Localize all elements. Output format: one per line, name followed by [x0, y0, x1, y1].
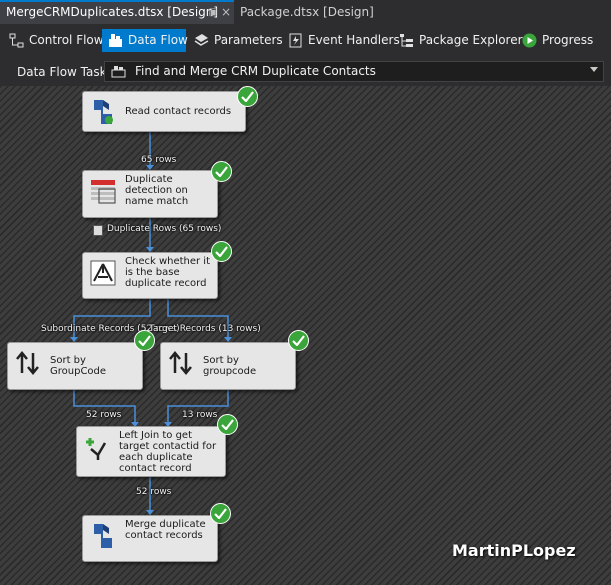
success-check-icon — [211, 161, 232, 182]
source-icon — [94, 100, 113, 124]
data-flow-task-value: Find and Merge CRM Duplicate Contacts — [135, 64, 376, 78]
success-check-icon — [211, 241, 232, 262]
component-sort-groupcode-2[interactable]: Sort by groupcode — [160, 342, 296, 390]
package-explorer-icon — [400, 34, 413, 47]
data-flow-canvas[interactable]: 65 rows Duplicate Rows (65 rows) Subordi… — [0, 86, 611, 585]
component-read-contact-records[interactable]: Read contact records — [82, 91, 246, 132]
package-explorer-tab[interactable]: Package Explorer — [393, 29, 527, 52]
path-label[interactable]: 52 rows — [136, 487, 171, 497]
data-flow-tab[interactable]: Data Flow — [102, 29, 188, 52]
data-flow-label: Data Flow — [128, 33, 188, 47]
success-check-icon — [134, 330, 155, 351]
duplicate-detection-icon — [91, 180, 116, 204]
success-check-icon — [288, 330, 309, 351]
data-flow-task-icon — [111, 66, 126, 78]
event-handlers-tab[interactable]: Event Handlers — [282, 29, 404, 52]
package-explorer-label: Package Explorer — [419, 33, 523, 47]
success-check-icon — [210, 503, 231, 524]
component-label: Merge duplicate contact records — [125, 519, 206, 541]
progress-icon — [522, 33, 537, 48]
path-check-to-sort2 — [167, 298, 229, 341]
success-check-icon — [217, 414, 238, 435]
component-check-base-record[interactable]: Check whether it is the base duplicate r… — [82, 252, 218, 299]
tab-label: Package.dtsx [Design] — [240, 5, 374, 19]
data-flow-task-label: Data Flow Task: — [17, 65, 111, 79]
tab-mergecrmduplicates[interactable]: MergeCRMDuplicates.dtsx [Design] ▣ × — [0, 0, 234, 24]
path-label[interactable]: 65 rows — [141, 155, 176, 165]
component-label: Duplicate detection on name match — [125, 174, 189, 207]
parameters-label: Parameters — [214, 33, 283, 47]
path-label[interactable]: Target Records (13 rows) — [149, 324, 261, 334]
component-merge-duplicate-records[interactable]: Merge duplicate contact records — [82, 515, 218, 562]
component-sort-groupcode-1[interactable]: Sort by GroupCode — [7, 342, 143, 390]
progress-tab[interactable]: Progress — [516, 29, 597, 52]
component-label: Read contact records — [125, 106, 232, 117]
merge-join-icon — [86, 438, 107, 460]
component-label: Sort by groupcode — [203, 355, 257, 377]
component-label: Sort by GroupCode — [50, 355, 107, 377]
sort-icon — [16, 351, 39, 375]
path-label[interactable]: Duplicate Rows (65 rows) — [107, 224, 221, 234]
sort-icon — [169, 351, 192, 375]
parameters-icon — [194, 34, 209, 46]
tab-package[interactable]: Package.dtsx [Design] — [234, 0, 374, 24]
conditional-split-icon — [90, 260, 116, 286]
control-flow-tab[interactable]: Control Flow — [3, 29, 108, 52]
success-check-icon — [237, 86, 258, 107]
pin-icon[interactable]: ▣ — [209, 2, 218, 23]
path-label[interactable]: 13 rows — [182, 410, 217, 420]
chevron-down-icon[interactable] — [590, 67, 598, 72]
component-label: Left Join to get target contactid for ea… — [119, 430, 217, 474]
data-flow-task-select[interactable]: Find and Merge CRM Duplicate Contacts — [104, 61, 604, 82]
watermark: MartinPLopez — [452, 541, 576, 560]
component-left-join[interactable]: Left Join to get target contactid for ea… — [76, 426, 226, 477]
destination-icon — [94, 524, 112, 548]
document-tab-bar: MergeCRMDuplicates.dtsx [Design] ▣ × Pac… — [0, 0, 611, 24]
component-duplicate-detection[interactable]: Duplicate detection on name match — [82, 170, 218, 218]
event-handlers-label: Event Handlers — [308, 33, 400, 47]
component-label: Check whether it is the base duplicate r… — [125, 256, 211, 289]
close-icon[interactable]: × — [221, 2, 231, 23]
control-flow-icon — [9, 33, 24, 48]
designer-toolbar: Control Flow Data Flow Parameters Event … — [0, 24, 611, 59]
data-viewer-icon[interactable] — [93, 225, 103, 236]
tab-label: MergeCRMDuplicates.dtsx [Design] — [6, 5, 219, 19]
control-flow-label: Control Flow — [29, 33, 104, 47]
parameters-tab[interactable]: Parameters — [188, 29, 287, 52]
path-label[interactable]: 52 rows — [86, 410, 121, 420]
path-sort1-to-join — [73, 389, 136, 426]
event-handlers-icon — [289, 33, 302, 48]
data-flow-icon — [109, 34, 122, 47]
data-flow-task-bar: Data Flow Task: Find and Merge CRM Dupli… — [0, 58, 611, 86]
progress-label: Progress — [542, 33, 594, 47]
